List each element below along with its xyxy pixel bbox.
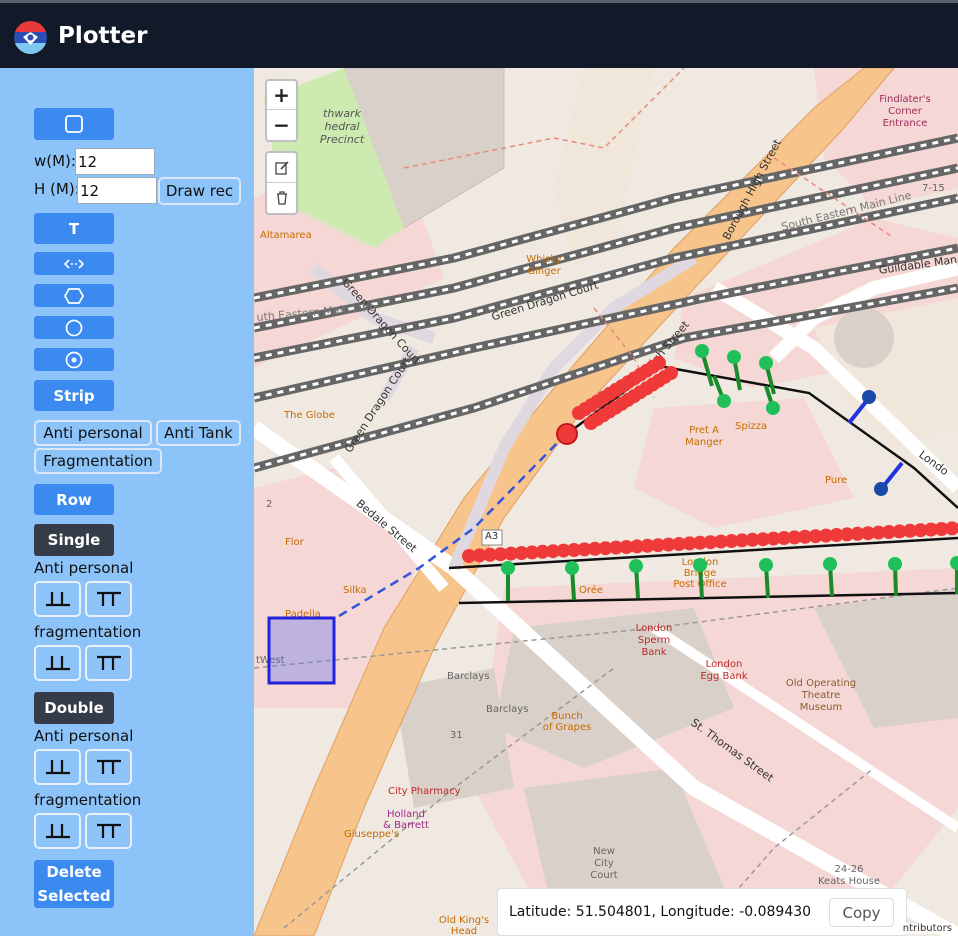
delete-selected-button[interactable]: Delete Selected: [34, 860, 114, 908]
coordinate-text: Latitude: 51.504801, Longitude: -0.08943…: [509, 904, 812, 920]
trash-icon: [276, 191, 287, 205]
boundary-line-bottom[interactable]: [458, 591, 958, 605]
single-frag-inverted-icon: [96, 655, 121, 670]
double-fragmentation-label: fragmentation: [34, 791, 142, 809]
single-frag-up-button[interactable]: [34, 645, 81, 681]
zoom-in-button[interactable]: +: [267, 81, 296, 110]
arrow-lr-icon: [63, 258, 85, 269]
green-stakes[interactable]: [501, 344, 958, 601]
stake-head[interactable]: [759, 356, 773, 370]
single-frag-icon: [45, 656, 70, 671]
double-ap-down-button[interactable]: [85, 749, 132, 785]
rectangle-icon: [65, 115, 83, 133]
double-ap-up-button[interactable]: [34, 749, 81, 785]
stake-head[interactable]: [501, 561, 515, 575]
text-tool-button[interactable]: T: [34, 213, 114, 244]
width-input[interactable]: [75, 148, 155, 175]
circle-dot-icon: [65, 351, 83, 368]
double-anti-personal-label: Anti personal: [34, 727, 134, 745]
stake-head[interactable]: [565, 561, 579, 575]
drawing-overlay: [267, 344, 958, 685]
stake-head[interactable]: [693, 558, 707, 572]
top-bar: Plotter: [0, 0, 958, 68]
marker-tool-button[interactable]: [34, 348, 114, 371]
draw-rectangle-button[interactable]: [34, 108, 114, 140]
anti-tank-type-button[interactable]: Anti Tank: [156, 420, 241, 446]
delete-label-line2: Selected: [37, 887, 111, 905]
stake-head[interactable]: [823, 557, 837, 571]
stake-head[interactable]: [717, 394, 731, 408]
stake-head[interactable]: [950, 556, 958, 570]
single-frag-down-button[interactable]: [85, 645, 132, 681]
stake-head[interactable]: [695, 344, 709, 358]
double-frag-down-button[interactable]: [85, 813, 132, 849]
row-button[interactable]: Row: [34, 484, 114, 515]
zoom-control: + −: [265, 79, 298, 142]
height-input[interactable]: [77, 177, 157, 204]
selected-rectangle[interactable]: [267, 616, 336, 685]
app-title: Plotter: [58, 23, 148, 49]
height-label: H (M):: [34, 180, 80, 198]
single-ap-icon: [45, 592, 70, 607]
stake-head[interactable]: [727, 350, 741, 364]
map-attribution[interactable]: ntributors: [900, 923, 954, 934]
draw-rec-button[interactable]: Draw rec: [158, 177, 241, 205]
circle-tool-button[interactable]: [34, 316, 114, 339]
sidebar: w(M): H (M): Draw rec T Strip Anti perso…: [0, 68, 254, 936]
double-frag-up-button[interactable]: [34, 813, 81, 849]
hexagon-icon: [64, 287, 84, 304]
double-frag-icon: [45, 824, 70, 839]
single-button[interactable]: Single: [34, 524, 114, 556]
strip-button[interactable]: Strip: [34, 380, 114, 411]
single-ap-up-button[interactable]: [34, 581, 81, 617]
edit-layers-button[interactable]: [267, 153, 296, 183]
selected-mine-marker[interactable]: [556, 423, 578, 445]
delete-label-line1: Delete: [46, 863, 102, 881]
copy-coordinates-button[interactable]: Copy: [829, 898, 894, 927]
mine-marker[interactable]: [652, 356, 666, 370]
draw-control: [265, 151, 298, 215]
double-ap-inverted-icon: [96, 759, 121, 774]
single-fragmentation-label: fragmentation: [34, 623, 142, 641]
double-frag-inverted-icon: [96, 823, 121, 838]
single-ap-down-button[interactable]: [85, 581, 132, 617]
coordinate-readout: Latitude: 51.504801, Longitude: -0.08943…: [497, 888, 907, 936]
single-ap-inverted-icon: [96, 591, 121, 606]
double-ap-icon: [45, 760, 70, 775]
stake-head[interactable]: [888, 557, 902, 571]
stake-head[interactable]: [759, 558, 773, 572]
double-button[interactable]: Double: [34, 692, 114, 724]
stake-head[interactable]: [766, 401, 780, 415]
app-logo-icon: [14, 21, 47, 54]
delete-layers-button[interactable]: [267, 183, 296, 213]
anti-personal-type-button[interactable]: Anti personal: [34, 420, 152, 446]
single-anti-personal-label: Anti personal: [34, 559, 134, 577]
polygon-tool-button[interactable]: [34, 284, 114, 307]
mine-marker[interactable]: [664, 366, 678, 380]
arrow-tool-button[interactable]: [34, 252, 114, 275]
circle-icon: [65, 319, 83, 336]
dashed-route-line[interactable]: [338, 435, 565, 618]
fragmentation-type-button[interactable]: Fragmentation: [34, 448, 162, 474]
blue-stakes[interactable]: [847, 390, 904, 496]
edit-icon: [274, 160, 289, 175]
width-label: w(M):: [34, 152, 76, 170]
mine-markers-diagonal[interactable]: [572, 356, 678, 430]
stake-head[interactable]: [629, 559, 643, 573]
map-canvas[interactable]: thwark hedral Precinct Findlater's Corner En…: [254, 68, 958, 936]
zoom-out-button[interactable]: −: [267, 110, 296, 139]
